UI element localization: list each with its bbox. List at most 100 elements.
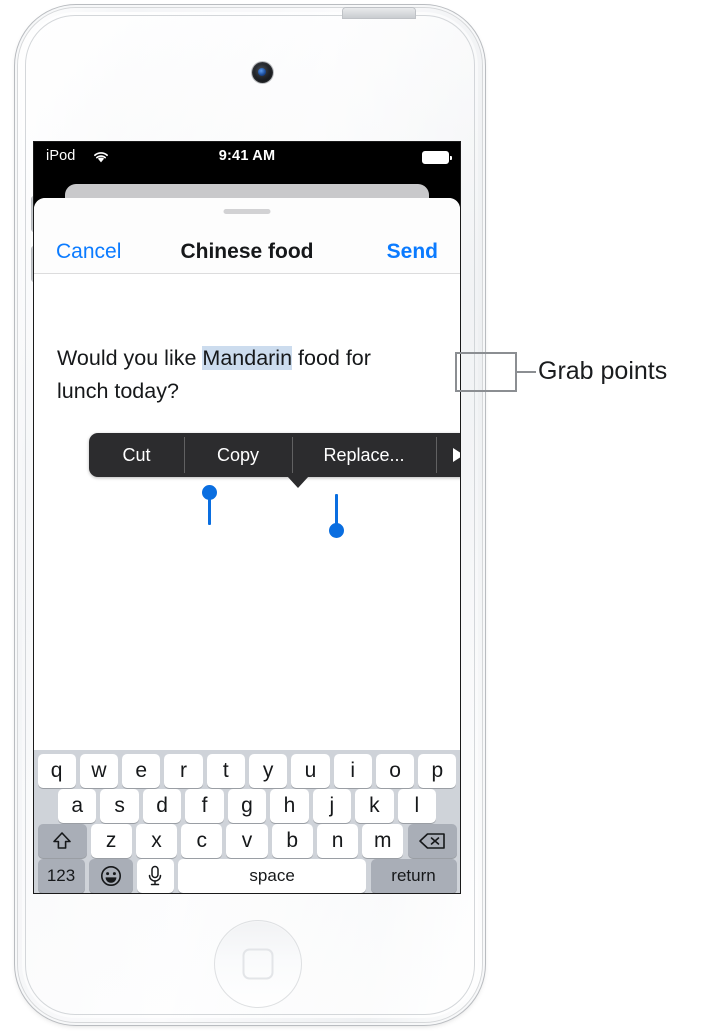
return-key-label: return bbox=[391, 866, 436, 885]
grab-point-start[interactable] bbox=[202, 485, 217, 500]
key-s[interactable]: s bbox=[100, 789, 139, 823]
navigation-bar: Cancel Chinese food Send bbox=[34, 198, 460, 274]
callout-label: Grab points bbox=[538, 357, 668, 385]
shift-up-arrow-icon bbox=[53, 832, 71, 849]
key-f-label: f bbox=[201, 794, 208, 817]
keyboard-row-2: a s d f g h j kl bbox=[34, 789, 460, 823]
key-r-label: r bbox=[180, 759, 188, 782]
space-key[interactable]: space bbox=[177, 859, 367, 893]
message-body-area[interactable]: Would you like Mandarin food for lunch t… bbox=[34, 274, 460, 750]
sheet-grabber-handle[interactable] bbox=[223, 209, 271, 214]
edit-menu-pointer bbox=[287, 476, 309, 488]
selection-end-caret[interactable] bbox=[335, 494, 338, 525]
onscreen-keyboard[interactable]: q w e r t y u i o p a s d f g h j k l z x c v b n m 123 space ret… bbox=[34, 750, 460, 893]
key-g[interactable]: g bbox=[227, 789, 267, 823]
home-square-icon bbox=[242, 948, 274, 980]
key-l[interactable]: l bbox=[397, 789, 436, 823]
status-time-label: 9:41 AM bbox=[218, 148, 276, 164]
key-c-label: c bbox=[196, 829, 207, 852]
numbers-key-label: 123 bbox=[46, 866, 76, 885]
key-w[interactable]: w bbox=[79, 754, 118, 788]
key-s-label: s bbox=[114, 794, 125, 817]
key-v[interactable]: v bbox=[226, 824, 268, 858]
dictation-key[interactable] bbox=[136, 859, 174, 893]
microphone-icon bbox=[148, 865, 162, 886]
key-a-label: a bbox=[71, 794, 84, 817]
callout-leader-line bbox=[517, 371, 536, 373]
selected-text[interactable]: Mandarin bbox=[202, 346, 293, 370]
key-o-label: o bbox=[389, 759, 401, 782]
front-camera-icon bbox=[252, 62, 273, 83]
key-g-label: g bbox=[241, 794, 253, 817]
space-key-label: space bbox=[249, 866, 295, 885]
menu-item-replace-label: Replace... bbox=[323, 444, 405, 465]
menu-item-more[interactable] bbox=[436, 433, 460, 477]
key-o[interactable]: o bbox=[375, 754, 415, 788]
menu-item-copy-label: Copy bbox=[216, 444, 260, 465]
key-p[interactable]: p bbox=[418, 754, 457, 788]
key-n-label: n bbox=[331, 829, 344, 852]
menu-item-cut-label: Cut bbox=[122, 444, 151, 465]
grab-point-end[interactable] bbox=[329, 523, 344, 538]
smiley-face-icon bbox=[100, 866, 121, 886]
key-u[interactable]: u bbox=[291, 754, 330, 788]
keyboard-row-3: zxcvbnm bbox=[34, 824, 460, 858]
key-t-label: t bbox=[222, 759, 229, 782]
key-p-label: p bbox=[431, 759, 444, 782]
edit-menu[interactable]: Cut Copy Replace... bbox=[89, 433, 460, 477]
battery-full-icon bbox=[422, 151, 452, 164]
key-x-label: x bbox=[151, 829, 162, 852]
device-screen: iPod 9:41 AM Cancel Chinese food Send Wo… bbox=[34, 142, 460, 893]
key-v-label: v bbox=[241, 829, 253, 852]
key-u-label: u bbox=[304, 759, 317, 782]
numbers-key[interactable]: 123 bbox=[37, 859, 85, 893]
key-q-label: q bbox=[50, 759, 63, 782]
message-text[interactable]: Would you like Mandarin food for lunch t… bbox=[57, 342, 407, 408]
key-r[interactable]: r bbox=[164, 754, 203, 788]
key-e-label: e bbox=[135, 759, 148, 782]
key-y-label: y bbox=[262, 759, 274, 782]
key-h[interactable]: h bbox=[270, 789, 309, 823]
menu-item-copy[interactable]: Copy bbox=[184, 433, 292, 477]
key-b[interactable]: b bbox=[271, 824, 313, 858]
menu-item-cut[interactable]: Cut bbox=[89, 433, 184, 477]
key-e[interactable]: e bbox=[122, 754, 161, 788]
key-x[interactable]: x bbox=[135, 824, 178, 858]
key-n[interactable]: n bbox=[316, 824, 359, 858]
shift-key[interactable] bbox=[37, 824, 87, 858]
key-m-label: m bbox=[374, 829, 392, 852]
callout-box bbox=[455, 352, 517, 392]
key-h-label: h bbox=[283, 794, 296, 817]
menu-item-replace[interactable]: Replace... bbox=[292, 433, 436, 477]
key-a[interactable]: a bbox=[58, 789, 97, 823]
key-q[interactable]: q bbox=[37, 754, 76, 788]
key-j[interactable]: j bbox=[312, 789, 352, 823]
home-button[interactable] bbox=[214, 920, 302, 1008]
key-i-label: i bbox=[350, 759, 356, 782]
keyboard-row-1: qwe r t y u i o p bbox=[34, 754, 460, 788]
status-bar: iPod 9:41 AM bbox=[34, 142, 460, 173]
power-button[interactable] bbox=[343, 8, 415, 18]
key-y[interactable]: y bbox=[249, 754, 288, 788]
key-c[interactable]: c bbox=[181, 824, 223, 858]
key-z[interactable]: z bbox=[90, 824, 132, 858]
key-j-label: j bbox=[329, 794, 335, 817]
keyboard-row-4: 123 space return bbox=[34, 859, 460, 893]
key-d-label: d bbox=[156, 794, 168, 817]
backspace-delete-icon bbox=[419, 833, 445, 849]
key-f[interactable]: f bbox=[185, 789, 224, 823]
key-i[interactable]: i bbox=[333, 754, 372, 788]
return-key[interactable]: return bbox=[370, 859, 457, 893]
key-d[interactable]: d bbox=[142, 789, 182, 823]
send-button[interactable]: Send bbox=[387, 240, 438, 264]
triangle-right-icon bbox=[452, 448, 460, 462]
emoji-key[interactable] bbox=[88, 859, 133, 893]
key-k[interactable]: k bbox=[355, 789, 394, 823]
key-k-label: k bbox=[369, 794, 380, 817]
message-text-before: Would you like bbox=[57, 346, 203, 370]
key-t[interactable]: t bbox=[206, 754, 245, 788]
delete-key[interactable] bbox=[407, 824, 457, 858]
key-b-label: b bbox=[286, 829, 299, 852]
key-m[interactable]: m bbox=[362, 824, 404, 858]
key-z-label: z bbox=[105, 829, 117, 852]
